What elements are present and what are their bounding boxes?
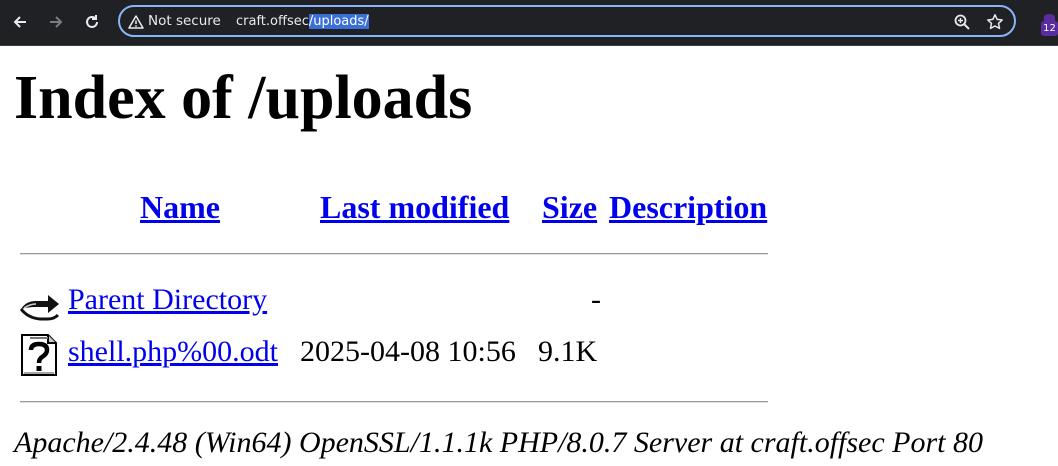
divider [20, 401, 768, 403]
column-header-last-modified[interactable]: Last modified [320, 189, 509, 226]
column-header-name[interactable]: Name [140, 189, 220, 226]
warning-triangle-icon[interactable] [128, 14, 144, 30]
file-last-modified: 2025-04-08 10:56 [300, 335, 516, 368]
page-title: Index of /uploads [14, 64, 473, 132]
back-arrow-icon [19, 285, 60, 321]
file-size: 9.1K [538, 335, 598, 368]
bookmark-star-icon[interactable] [986, 13, 1004, 31]
address-bar[interactable]: Not secure craft.offsec/uploads/ [118, 5, 1016, 37]
back-arrow-icon [13, 16, 26, 28]
url-host: craft.offsec [236, 14, 309, 29]
zoom-icon[interactable] [953, 13, 971, 31]
divider [20, 253, 768, 255]
url-text[interactable]: craft.offsec/uploads/ [236, 14, 369, 29]
server-signature: Apache/2.4.48 (Win64) OpenSSL/1.1.1k PHP… [14, 426, 984, 459]
file-link[interactable]: shell.php%00.odt [68, 335, 278, 369]
unknown-file-icon [21, 334, 57, 376]
extension-badge: 12 [1041, 21, 1058, 36]
security-label[interactable]: Not secure [148, 13, 221, 29]
column-header-size[interactable]: Size [542, 189, 597, 226]
parent-directory-link[interactable]: Parent Directory [68, 283, 267, 317]
browser-toolbar: Not secure craft.offsec/uploads/ 12 [0, 0, 1058, 46]
back-button[interactable] [6, 8, 34, 36]
forward-button[interactable] [42, 8, 70, 36]
forward-arrow-icon [50, 16, 63, 28]
parent-directory-size: - [591, 283, 601, 316]
column-header-description[interactable]: Description [609, 189, 767, 226]
reload-button[interactable] [78, 8, 106, 36]
reload-icon [86, 15, 98, 28]
url-path-selected: /uploads/ [308, 14, 369, 29]
